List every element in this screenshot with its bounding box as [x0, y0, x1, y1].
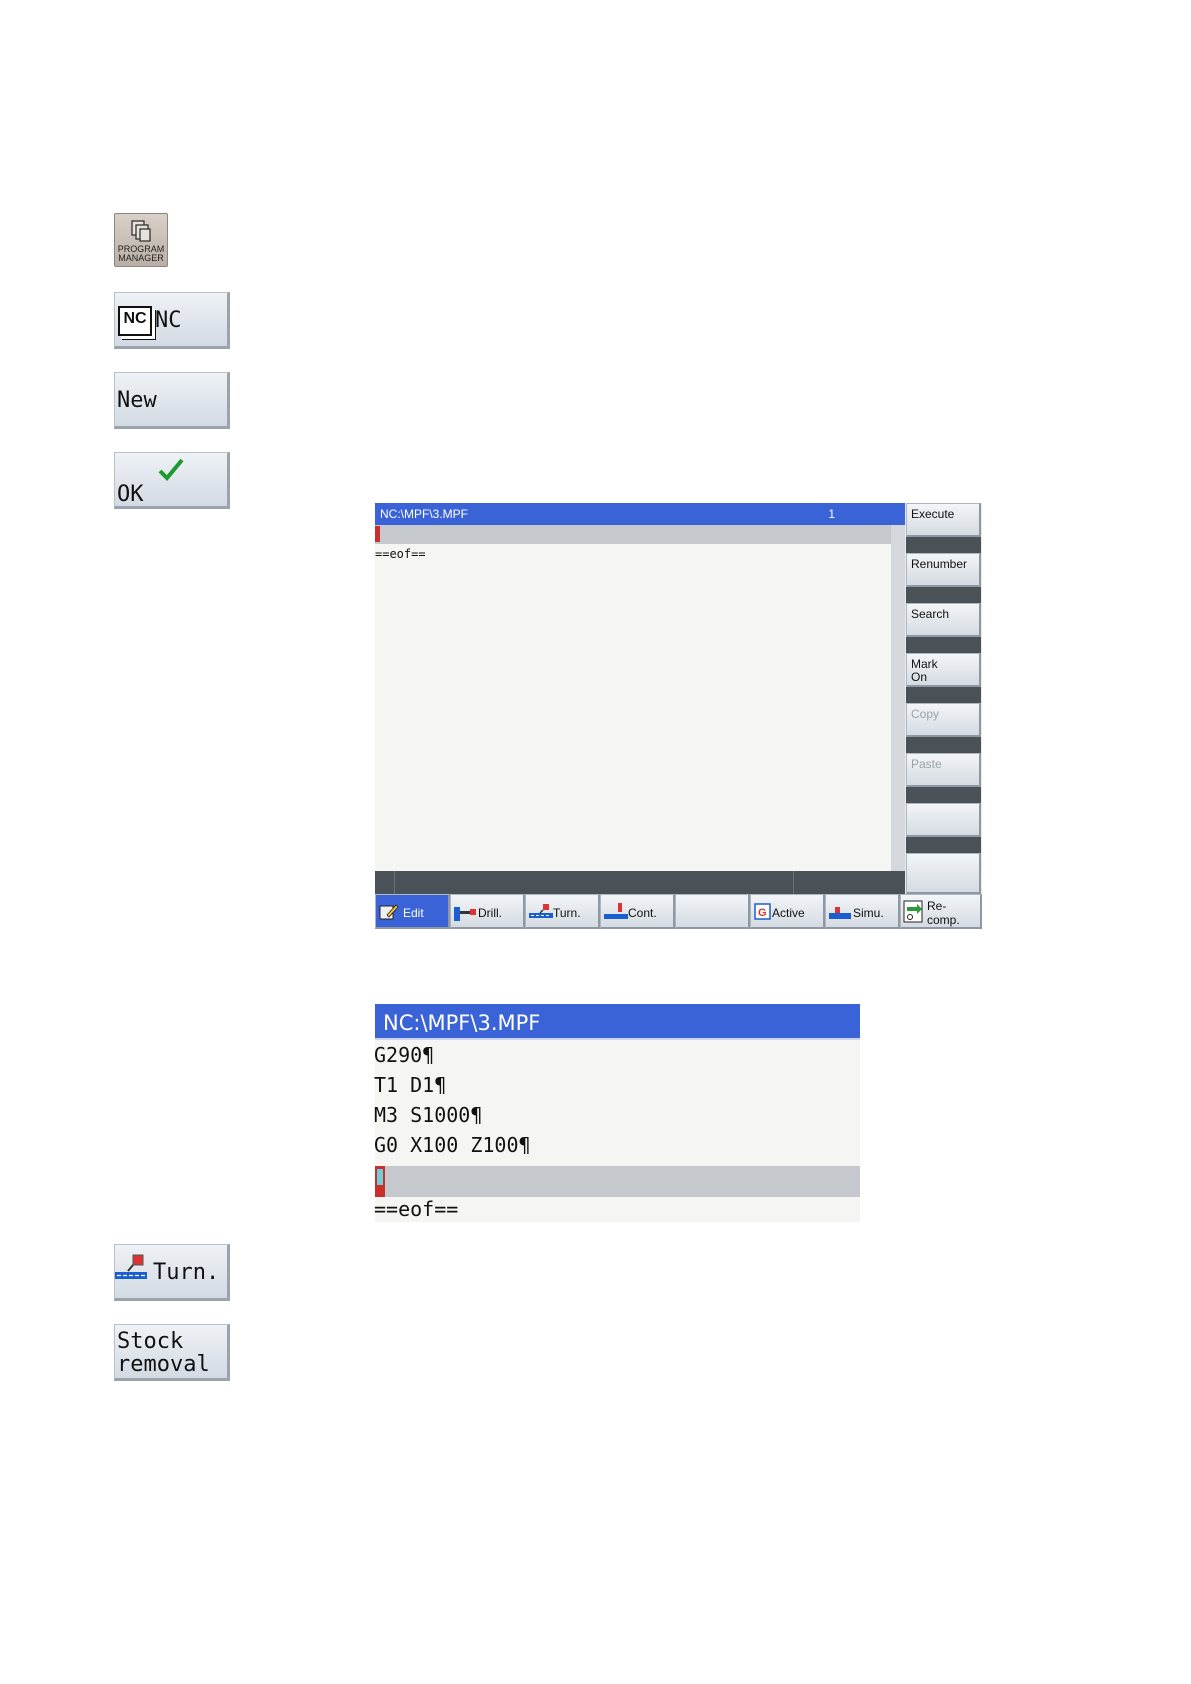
empty-softkey-7[interactable]: [906, 803, 981, 837]
code-current-line: [375, 1166, 860, 1197]
drill-softkey-label: Drill.: [478, 906, 502, 920]
copy-softkey[interactable]: Copy: [906, 703, 981, 737]
turn-softkey-large[interactable]: Turn.: [114, 1244, 230, 1301]
softkey-divider: [906, 587, 981, 603]
simulation-icon: [829, 907, 851, 919]
stock-removal-label-1: Stock: [117, 1329, 184, 1354]
code-line-1: G290¶: [374, 1043, 435, 1067]
drill-softkey[interactable]: Drill.: [450, 894, 525, 929]
svg-text:G: G: [758, 907, 767, 919]
renumber-softkey[interactable]: Renumber: [906, 553, 981, 587]
code-eof-marker: ==eof==: [374, 1197, 459, 1221]
program-editor-screen: NC:\MPF\3.MPF 1 ==eof== Execute Renumber…: [375, 503, 982, 929]
editor-line-number: 1: [828, 507, 835, 521]
recompile-icon: [903, 900, 923, 923]
new-softkey[interactable]: New: [114, 372, 230, 429]
active-softkey[interactable]: G Active: [750, 894, 825, 929]
program-manager-key[interactable]: PROGRAM MANAGER: [114, 213, 168, 267]
softkey-divider: [906, 837, 981, 853]
empty-softkey-8[interactable]: [906, 853, 981, 894]
softkey-divider: [906, 737, 981, 753]
paste-softkey[interactable]: Paste: [906, 753, 981, 787]
checkmark-icon: [158, 458, 184, 481]
recompile-softkey-label: Re- comp.: [927, 899, 960, 927]
code-line-2: T1 D1¶: [374, 1073, 447, 1097]
editor-status-bar: [375, 871, 905, 894]
softkey-divider: [906, 787, 981, 803]
active-softkey-label: Active: [772, 906, 805, 920]
mark-on-softkey[interactable]: Mark On: [906, 653, 981, 687]
search-softkey[interactable]: Search: [906, 603, 981, 637]
contour-softkey-label: Cont.: [628, 906, 657, 920]
new-softkey-label: New: [117, 388, 157, 413]
stock-removal-label-2: removal: [117, 1352, 210, 1377]
program-manager-icon: [131, 220, 151, 242]
turn-softkey[interactable]: Turn.: [525, 894, 600, 929]
turn-icon: [115, 1254, 147, 1279]
current-line-highlight: [375, 525, 891, 544]
ok-softkey[interactable]: OK: [114, 452, 230, 509]
simulation-softkey-label: Simu.: [853, 906, 884, 920]
contour-softkey[interactable]: Cont.: [600, 894, 675, 929]
g-code-icon: G: [754, 903, 771, 920]
ok-softkey-label: OK: [117, 482, 144, 507]
simulation-softkey[interactable]: Simu.: [825, 894, 900, 929]
softkey-divider: [906, 637, 981, 653]
edit-icon: [379, 904, 399, 920]
code-detail-panel: NC:\MPF\3.MPF G290¶ T1 D1¶ M3 S1000¶ G0 …: [374, 1004, 860, 1222]
recompile-softkey[interactable]: Re- comp.: [900, 894, 982, 929]
eof-marker: ==eof==: [375, 547, 426, 561]
contour-icon: [604, 903, 628, 919]
editor-scrollbar[interactable]: [891, 525, 905, 871]
nc-softkey-label: NC: [155, 308, 182, 333]
turn-softkey-large-label: Turn.: [153, 1260, 220, 1285]
edit-softkey-label: Edit: [403, 906, 424, 920]
nc-softkey[interactable]: NC NC: [114, 292, 230, 349]
empty-horizontal-softkey[interactable]: [675, 894, 750, 929]
editor-file-path: NC:\MPF\3.MPF: [380, 507, 469, 521]
turn-icon: [529, 904, 553, 918]
text-cursor: [375, 526, 380, 542]
program-manager-label: PROGRAM MANAGER: [117, 244, 165, 263]
drill-icon: [454, 907, 476, 921]
editor-text-area[interactable]: ==eof==: [375, 525, 891, 871]
softkey-divider: [906, 537, 981, 553]
softkey-divider: [906, 687, 981, 703]
stock-removal-softkey[interactable]: Stock removal: [114, 1324, 230, 1381]
execute-softkey[interactable]: Execute: [906, 503, 981, 537]
turn-softkey-label: Turn.: [553, 906, 581, 920]
code-panel-title: NC:\MPF\3.MPF: [375, 1004, 860, 1040]
nc-drive-icon: NC: [118, 306, 152, 336]
editor-title-bar: NC:\MPF\3.MPF 1: [375, 503, 905, 525]
code-line-3: M3 S1000¶: [374, 1103, 483, 1127]
code-line-4: G0 X100 Z100¶: [374, 1133, 531, 1157]
edit-softkey[interactable]: Edit: [375, 894, 450, 929]
